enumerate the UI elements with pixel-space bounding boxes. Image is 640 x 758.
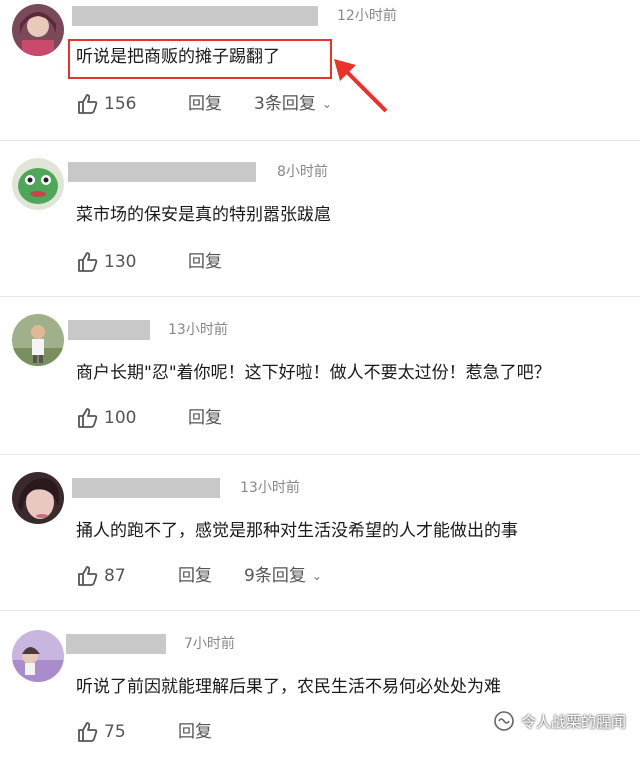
comment-item: 8小时前 菜市场的保安是真的特别嚣张跋扈 130 回复 (0, 150, 640, 290)
comment-text: 商户长期"忍"着你呢！这下好啦！做人不要太过份！惹急了吧？ (76, 363, 551, 383)
comment-text: 听说了前因就能理解后果了，农民生活不易何必处处为难 (76, 677, 501, 697)
watermark: 令人战栗的腥闻 (493, 710, 626, 732)
username-redacted (68, 162, 256, 182)
avatar[interactable] (12, 158, 64, 210)
like-count: 75 (104, 722, 126, 742)
avatar[interactable] (12, 630, 64, 682)
watermark-text: 令人战栗的腥闻 (520, 712, 626, 731)
comment-actions: 75 回复 (76, 720, 376, 744)
view-replies-button[interactable]: 9条回复 ⌄ (244, 564, 322, 588)
chevron-down-icon: ⌄ (321, 97, 332, 111)
wechat-channel-icon (494, 711, 514, 731)
divider (0, 454, 640, 455)
reply-button[interactable]: 回复 (178, 564, 212, 588)
comment-text: 听说是把商贩的摊子踢翻了 (76, 47, 280, 67)
like-count: 130 (104, 252, 137, 272)
reply-count: 9条回复 (244, 566, 306, 586)
avatar[interactable] (12, 4, 64, 56)
avatar[interactable] (12, 314, 64, 366)
reply-button[interactable]: 回复 (188, 250, 222, 274)
comment-time: 7小时前 (184, 636, 235, 652)
like-button[interactable]: 87 (76, 564, 126, 588)
username-redacted (66, 634, 166, 654)
reply-count: 3条回复 (254, 94, 316, 114)
like-button[interactable]: 75 (76, 720, 126, 744)
comment-item: 7小时前 听说了前因就能理解后果了，农民生活不易何必处处为难 75 回复 (0, 620, 640, 758)
comment-text: 菜市场的保安是真的特别嚣张跋扈 (76, 205, 331, 225)
like-button[interactable]: 130 (76, 250, 136, 274)
comment-actions: 100 回复 (76, 406, 376, 430)
comment-actions: 130 回复 (76, 250, 376, 274)
reply-button[interactable]: 回复 (178, 720, 212, 744)
like-button[interactable]: 156 (76, 92, 136, 116)
thumbs-up-icon (78, 722, 98, 742)
comment-time: 12小时前 (337, 8, 397, 24)
comment-time: 13小时前 (240, 480, 300, 496)
comment-actions: 87 回复 9条回复 ⌄ (76, 564, 476, 588)
comment-actions: 156 回复 3条回复 ⌄ (76, 92, 476, 116)
thumbs-up-icon (78, 94, 98, 114)
divider (0, 140, 640, 141)
thumbs-up-icon (78, 252, 98, 272)
divider (0, 296, 640, 297)
like-count: 100 (104, 408, 137, 428)
view-replies-button[interactable]: 3条回复 ⌄ (254, 92, 332, 116)
like-count: 87 (104, 566, 126, 586)
thumbs-up-icon (78, 566, 98, 586)
avatar[interactable] (12, 472, 64, 524)
reply-button[interactable]: 回复 (188, 406, 222, 430)
comment-time: 13小时前 (168, 322, 228, 338)
comment-item: 13小时前 捅人的跑不了，感觉是那种对生活没希望的人才能做出的事 87 回复 9… (0, 464, 640, 614)
comment-item: 12小时前 听说是把商贩的摊子踢翻了 156 回复 3条回复 ⌄ (0, 0, 640, 150)
like-button[interactable]: 100 (76, 406, 136, 430)
divider (0, 610, 640, 611)
username-redacted (68, 320, 150, 340)
comment-time: 8小时前 (277, 164, 328, 180)
thumbs-up-icon (78, 408, 98, 428)
chevron-down-icon: ⌄ (311, 569, 322, 583)
username-redacted (72, 6, 318, 26)
like-count: 156 (104, 94, 137, 114)
reply-button[interactable]: 回复 (188, 92, 222, 116)
comment-item: 13小时前 商户长期"忍"着你呢！这下好啦！做人不要太过份！惹急了吧？ 100 … (0, 306, 640, 446)
username-redacted (72, 478, 220, 498)
comment-text: 捅人的跑不了，感觉是那种对生活没希望的人才能做出的事 (76, 521, 518, 541)
